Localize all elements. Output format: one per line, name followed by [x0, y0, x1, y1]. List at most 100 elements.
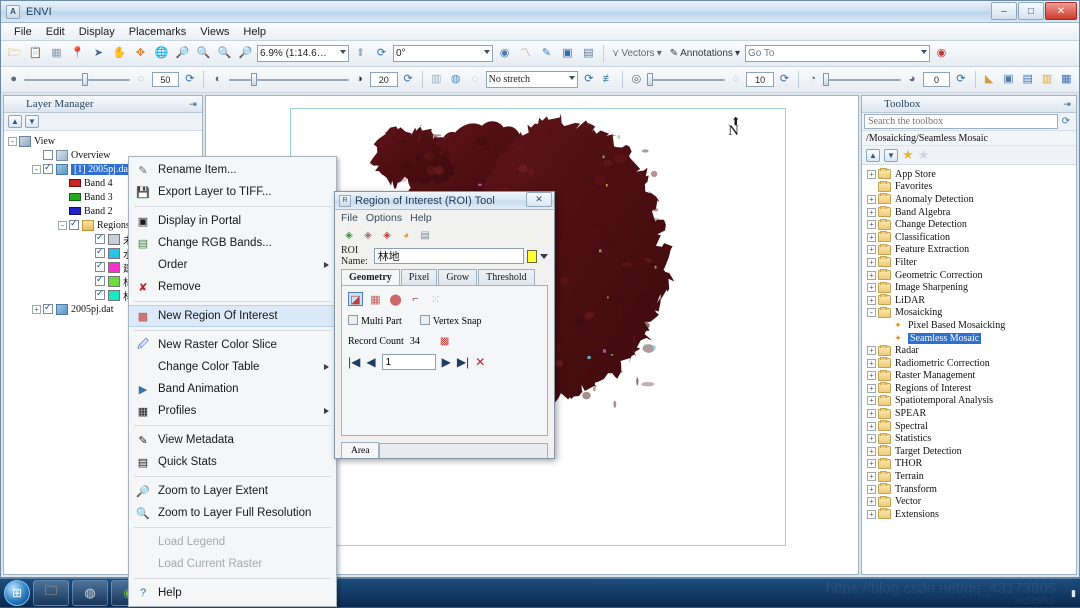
expand-node-icon[interactable]: +: [867, 257, 876, 267]
roi-menu-file[interactable]: File: [341, 212, 358, 224]
maximize-button[interactable]: □: [1018, 2, 1044, 20]
select-arrow-icon[interactable]: ➤: [89, 44, 108, 63]
roi-menu-help[interactable]: Help: [410, 212, 432, 224]
sharpen-reset-icon[interactable]: ⟳: [776, 70, 793, 89]
expand-node-icon[interactable]: +: [867, 434, 876, 444]
expand-node-icon[interactable]: +: [867, 472, 876, 482]
contrast-slider[interactable]: [228, 73, 349, 86]
expand-node-icon[interactable]: +: [867, 232, 876, 242]
portal-icon[interactable]: ▣: [558, 44, 577, 63]
expand-node-icon[interactable]: +: [867, 497, 876, 507]
toolbox-tree-item[interactable]: ✦ Seamless Mosaic: [865, 332, 1076, 345]
zoom-fit-icon[interactable]: 🔎: [173, 44, 192, 63]
browser-icon[interactable]: ◍: [72, 580, 108, 606]
menu-help[interactable]: Help: [236, 25, 273, 39]
stretch-refresh-icon[interactable]: ◌: [466, 70, 483, 89]
tray-show-desktop[interactable]: ▮: [1071, 588, 1076, 599]
pin-icon[interactable]: ⇥: [187, 98, 199, 110]
status-panel-icon[interactable]: ▦: [1058, 70, 1075, 89]
pin-marker-icon[interactable]: 📍: [68, 44, 87, 63]
expand-node-icon[interactable]: +: [32, 304, 41, 314]
layer-tree-item[interactable]: - View: [6, 134, 202, 148]
pan-hand-icon[interactable]: ✋: [110, 44, 129, 63]
contrast-value[interactable]: 20: [369, 72, 398, 87]
transparency-reset-icon[interactable]: ⟳: [952, 70, 969, 89]
toolbox-tree-item[interactable]: + Raster Management: [865, 369, 1076, 383]
layer-visibility-checkbox[interactable]: [43, 302, 53, 314]
goto-marker-icon[interactable]: ◉: [932, 44, 951, 63]
toolbox-tree-item[interactable]: + Transform: [865, 483, 1076, 496]
chevron-down-icon[interactable]: [540, 253, 548, 259]
transparency-value[interactable]: 0: [922, 72, 951, 87]
north-up-icon[interactable]: ⬆: [351, 44, 370, 63]
layer-visibility-checkbox[interactable]: [95, 274, 105, 286]
contrast-knob[interactable]: [250, 73, 257, 86]
zoom-region-icon[interactable]: 🔎: [236, 44, 255, 63]
cursor-value-icon[interactable]: ◉: [495, 44, 514, 63]
toolbox-tree-item[interactable]: + Geometric Correction: [865, 269, 1076, 282]
expand-node-icon[interactable]: +: [867, 245, 876, 255]
delete-record-button[interactable]: ✕: [475, 355, 485, 369]
toolbox-tree-item[interactable]: + THOR: [865, 457, 1076, 471]
annotations-menu[interactable]: ✎ Annotations ▾: [667, 48, 743, 59]
expand-node-icon[interactable]: +: [867, 446, 876, 456]
context-menu-item[interactable]: Order: [129, 254, 336, 276]
stretch-on-roi-icon[interactable]: ◍: [447, 70, 464, 89]
goto-input[interactable]: Go To: [744, 45, 930, 62]
collapse-all-button[interactable]: ▲: [8, 115, 22, 128]
first-record-button[interactable]: |◀: [348, 355, 360, 369]
context-menu-item[interactable]: 🖉 New Raster Color Slice: [129, 334, 336, 356]
stretch-reset-icon[interactable]: ⟳: [580, 70, 597, 89]
sharpen-value[interactable]: 10: [746, 72, 774, 87]
expand-node-icon[interactable]: +: [867, 346, 876, 356]
roi-tabs[interactable]: Geometry Pixel Grow Threshold: [335, 269, 554, 285]
polygon-tool-icon[interactable]: ◪: [348, 292, 363, 306]
expand-node-icon[interactable]: +: [867, 295, 876, 305]
zoom-in-icon[interactable]: 🔍: [194, 44, 213, 63]
brightness-slider[interactable]: [24, 73, 131, 86]
collapse-node-icon[interactable]: -: [867, 308, 876, 318]
toolbox-tree-item[interactable]: + Band Algebra: [865, 206, 1076, 219]
spectral-profile-icon[interactable]: 〽: [516, 44, 535, 63]
expand-node-icon[interactable]: +: [867, 484, 876, 494]
zoom-level-combo[interactable]: 6.9% (1:14.6…: [257, 45, 349, 62]
toolbox-tree-item[interactable]: Favorites: [865, 180, 1076, 194]
open-file-icon[interactable]: 🗁: [5, 44, 24, 63]
expand-node-icon[interactable]: +: [867, 409, 876, 419]
toolbox-tree-item[interactable]: + SPEAR: [865, 407, 1076, 420]
toolbox-tree-item[interactable]: + Anomaly Detection: [865, 193, 1076, 206]
expand-node-icon[interactable]: +: [867, 371, 876, 381]
pin-icon[interactable]: ⇥: [1061, 98, 1073, 110]
collapse-node-icon[interactable]: -: [8, 136, 17, 146]
expand-node-icon[interactable]: +: [867, 283, 876, 293]
expand-node-icon[interactable]: +: [867, 383, 876, 393]
prev-record-button[interactable]: ◀: [366, 355, 375, 369]
context-menu-item[interactable]: 🔍 Zoom to Layer Full Resolution: [129, 502, 336, 524]
record-index-input[interactable]: [381, 354, 436, 370]
move-icon[interactable]: ✥: [131, 44, 150, 63]
toolbox-tree-item[interactable]: + Radiometric Correction: [865, 357, 1076, 370]
toolbox-tree-item[interactable]: + App Store: [865, 168, 1076, 181]
rotation-combo[interactable]: 0°: [393, 45, 493, 62]
rotate-tool-icon[interactable]: ⟳: [372, 44, 391, 63]
grid-icon[interactable]: ▤: [579, 44, 598, 63]
roi-close-button[interactable]: ✕: [526, 192, 552, 207]
tab-threshold[interactable]: Threshold: [478, 269, 535, 285]
search-input[interactable]: [864, 114, 1058, 129]
menu-views[interactable]: Views: [193, 25, 236, 39]
stretch-combo[interactable]: No stretch: [485, 71, 579, 88]
context-menu-item[interactable]: ✎ Rename Item...: [129, 159, 336, 181]
context-menu-item[interactable]: ▤ Quick Stats: [129, 451, 336, 473]
layer-visibility-checkbox[interactable]: [43, 150, 53, 160]
edit-roi-icon[interactable]: ◈: [360, 228, 376, 243]
toolbox-tree-item[interactable]: + Vector: [865, 495, 1076, 508]
point-tool-icon[interactable]: ⁙: [428, 292, 443, 306]
collapse-all-button[interactable]: ▲: [866, 148, 880, 162]
context-menu-item[interactable]: ▤ Change RGB Bands...: [129, 232, 336, 254]
context-menu-item[interactable]: ▦ Profiles: [129, 400, 336, 422]
roi-color-swatch[interactable]: [526, 249, 537, 263]
toolbox-tree-item[interactable]: + Filter: [865, 256, 1076, 269]
toolbox-tree-item[interactable]: + Terrain: [865, 470, 1076, 483]
paste-icon[interactable]: 📋: [26, 44, 45, 63]
equalize-icon[interactable]: ≢: [600, 70, 617, 89]
